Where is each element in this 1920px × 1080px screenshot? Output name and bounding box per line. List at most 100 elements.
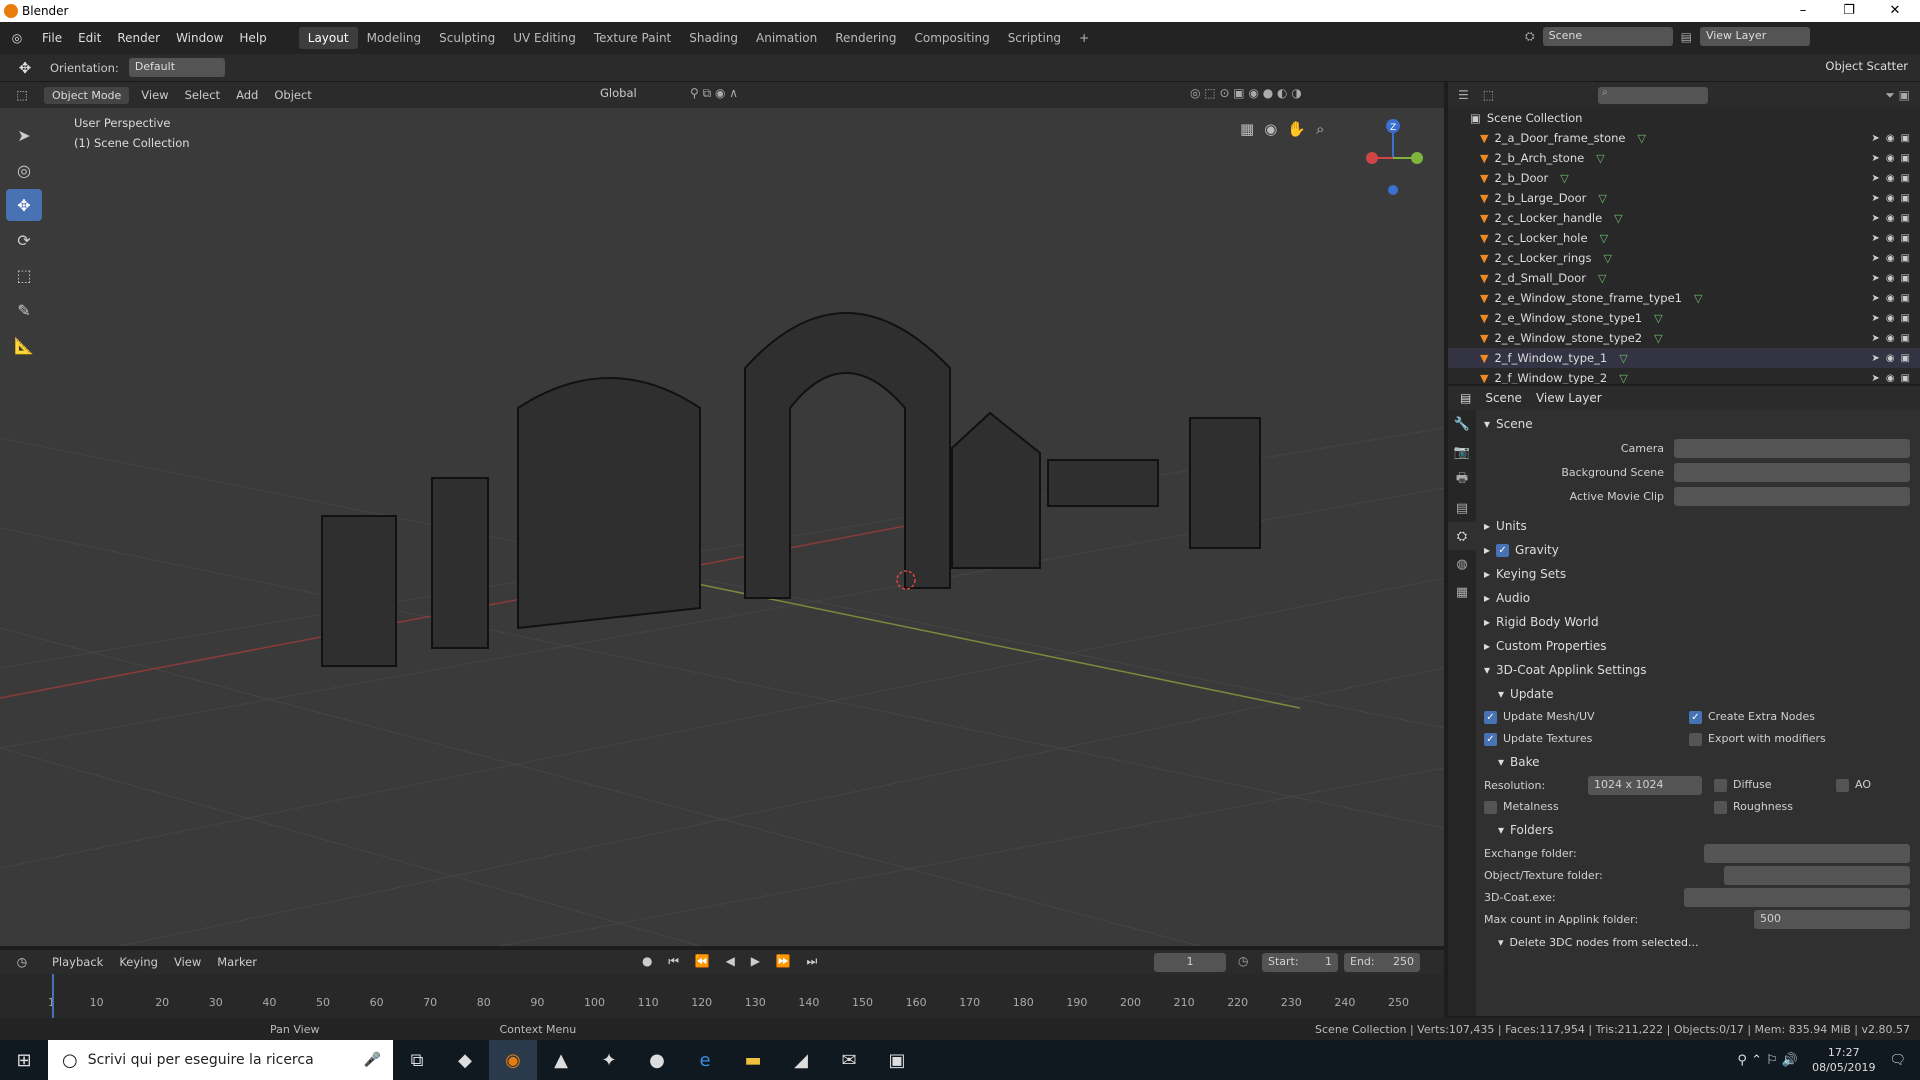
applink-panel[interactable]: ▾ 3D-Coat Applink Settings [1484, 658, 1910, 682]
visibility-eye-icon[interactable]: ◉ [1886, 353, 1895, 364]
select-arrow-icon[interactable]: ➤ [1871, 133, 1879, 144]
scene-selector[interactable]: Scene [1542, 27, 1673, 46]
object-mode-dropdown[interactable]: Object Mode [44, 86, 130, 104]
menu-timeline-view[interactable]: View [166, 955, 209, 969]
task-view-icon[interactable]: ⧉ [393, 1040, 441, 1080]
render-camera-icon[interactable]: ▣ [1901, 293, 1910, 304]
render-camera-icon[interactable]: ▣ [1901, 173, 1910, 184]
tab-layout[interactable]: Layout [298, 27, 358, 49]
current-frame-field[interactable]: 1 [1154, 953, 1226, 972]
editor-type-icon[interactable]: ⬚ [0, 88, 44, 102]
taskbar-search[interactable]: ○ Scrivi qui per eseguire la ricerca 🎤 [48, 1040, 393, 1080]
update-textures-checkbox[interactable]: ✓ [1484, 732, 1497, 746]
outliner-item[interactable]: ▼ 2_f_Window_type_1 ▽ ➤ ◉ ▣ [1448, 348, 1920, 368]
roughness-checkbox[interactable] [1714, 800, 1727, 814]
tab-compositing[interactable]: Compositing [905, 27, 998, 49]
render-camera-icon[interactable]: ▣ [1901, 253, 1910, 264]
move-tool-button[interactable]: ✥ [6, 189, 42, 221]
object-scatter-panel[interactable]: Object Scatter [1825, 59, 1908, 73]
update-subpanel[interactable]: ▾ Update [1484, 682, 1910, 706]
folders-subpanel[interactable]: ▾ Folders [1484, 818, 1910, 842]
playback-controls[interactable]: ● ⏮ ⏪ ◀ ▶ ⏩ ⏭ [642, 954, 823, 969]
menu-keying[interactable]: Keying [111, 955, 166, 969]
outliner-item[interactable]: ▼ 2_e_Window_stone_frame_type1 ▽ ➤ ◉ ▣ [1448, 288, 1920, 308]
visibility-eye-icon[interactable]: ◉ [1886, 373, 1895, 384]
create-nodes-checkbox[interactable]: ✓ [1689, 710, 1702, 724]
select-arrow-icon[interactable]: ➤ [1871, 253, 1879, 264]
app-icon-5[interactable]: ◢ [777, 1040, 825, 1080]
view-layer-tab-icon[interactable]: ▤ [1448, 494, 1476, 522]
windows-start-icon[interactable]: ⊞ [0, 1040, 48, 1080]
notification-icon[interactable]: 🗨 [1889, 1053, 1906, 1068]
visibility-eye-icon[interactable]: ◉ [1886, 173, 1895, 184]
cursor-tool-icon[interactable]: ◎ [6, 154, 42, 186]
visibility-eye-icon[interactable]: ◉ [1886, 153, 1895, 164]
render-camera-icon[interactable]: ▣ [1901, 373, 1910, 384]
select-arrow-icon[interactable]: ➤ [1871, 313, 1879, 324]
outliner-item[interactable]: ▼ 2_d_Small_Door ▽ ➤ ◉ ▣ [1448, 268, 1920, 288]
render-camera-icon[interactable]: ▣ [1901, 193, 1910, 204]
bake-subpanel[interactable]: ▾ Bake [1484, 750, 1910, 774]
file-explorer-icon[interactable]: ▬ [729, 1040, 777, 1080]
select-arrow-icon[interactable]: ➤ [1871, 373, 1879, 384]
object-texture-folder-field[interactable] [1724, 865, 1910, 885]
outliner-item[interactable]: ▼ 2_b_Arch_stone ▽ ➤ ◉ ▣ [1448, 148, 1920, 168]
camera-view-icon[interactable]: ◉ [1264, 120, 1277, 138]
tab-texture-paint[interactable]: Texture Paint [585, 27, 680, 49]
outliner-item[interactable]: ▼ 2_e_Window_stone_type1 ▽ ➤ ◉ ▣ [1448, 308, 1920, 328]
blender-taskbar-icon[interactable]: ◉ [489, 1040, 537, 1080]
visibility-eye-icon[interactable]: ◉ [1886, 133, 1895, 144]
render-camera-icon[interactable]: ▣ [1901, 233, 1910, 244]
add-workspace-button[interactable]: + [1070, 27, 1098, 49]
select-arrow-icon[interactable]: ➤ [1871, 173, 1879, 184]
select-arrow-icon[interactable]: ➤ [1871, 293, 1879, 304]
visibility-eye-icon[interactable]: ◉ [1886, 333, 1895, 344]
select-arrow-icon[interactable]: ➤ [1871, 193, 1879, 204]
max-count-field[interactable]: 500 [1754, 909, 1910, 929]
start-frame-field[interactable]: Start: 1 [1262, 953, 1338, 972]
visibility-eye-icon[interactable]: ◉ [1886, 193, 1895, 204]
rigid-body-panel[interactable]: ▸ Rigid Body World [1484, 610, 1910, 634]
delete-nodes-subpanel[interactable]: ▾ Delete 3DC nodes from selected... [1484, 930, 1910, 954]
visibility-eye-icon[interactable]: ◉ [1886, 293, 1895, 304]
outliner-item[interactable]: ▼ 2_a_Door_frame_stone ▽ ➤ ◉ ▣ [1448, 128, 1920, 148]
scene-tab-icon[interactable]: ⛭ [1448, 522, 1476, 550]
visibility-eye-icon[interactable]: ◉ [1886, 253, 1895, 264]
render-camera-icon[interactable]: ▣ [1901, 313, 1910, 324]
scene-section-header[interactable]: ▾ Scene [1484, 412, 1910, 436]
menu-marker[interactable]: Marker [209, 955, 265, 969]
properties-type-icon[interactable]: ▤ [1460, 391, 1471, 405]
movie-clip-field[interactable] [1674, 486, 1910, 506]
visibility-eye-icon[interactable]: ◉ [1886, 233, 1895, 244]
gravity-panel[interactable]: ▸ ✓ Gravity [1484, 538, 1910, 562]
overlay-icons[interactable]: ◎ ⬚ ⊙ ▣ ◉ ● ◐ ◑ [1190, 86, 1302, 100]
visibility-eye-icon[interactable]: ◉ [1886, 213, 1895, 224]
pan-hand-icon[interactable]: ✋ [1287, 120, 1306, 138]
outliner-item[interactable]: ▼ 2_f_Window_type_2 ▽ ➤ ◉ ▣ [1448, 368, 1920, 384]
view-layer-selector[interactable]: View Layer [1699, 27, 1810, 46]
app-icon-7[interactable]: ▣ [873, 1040, 921, 1080]
outliner-search-input[interactable]: ⌕ [1598, 86, 1709, 104]
select-arrow-icon[interactable]: ➤ [1871, 213, 1879, 224]
units-panel[interactable]: ▸ Units [1484, 514, 1910, 538]
select-arrow-icon[interactable]: ➤ [1871, 233, 1879, 244]
select-arrow-icon[interactable]: ➤ [1871, 153, 1879, 164]
visibility-eye-icon[interactable]: ◉ [1886, 273, 1895, 284]
tab-uv-editing[interactable]: UV Editing [504, 27, 585, 49]
tab-modeling[interactable]: Modeling [358, 27, 431, 49]
menu-view[interactable]: View [133, 88, 176, 102]
outliner-item[interactable]: ▼ 2_b_Door ▽ ➤ ◉ ▣ [1448, 168, 1920, 188]
resolution-dropdown[interactable]: 1024 x 1024 [1588, 775, 1702, 795]
tab-shading[interactable]: Shading [680, 27, 747, 49]
view-layer-crumb[interactable]: View Layer [1536, 391, 1602, 405]
render-tab-icon[interactable]: 📷 [1448, 438, 1476, 466]
outliner-item[interactable]: ▼ 2_e_Window_stone_type2 ▽ ➤ ◉ ▣ [1448, 328, 1920, 348]
grid-view-icon[interactable]: ▦ [1240, 120, 1254, 138]
select-arrow-icon[interactable]: ➤ [1871, 273, 1879, 284]
scene-tab-crumb[interactable]: Scene [1485, 391, 1522, 405]
timeline-area[interactable]: 1102030405060708090100110120130140150160… [0, 974, 1444, 1018]
3d-viewport[interactable]: Z User Perspective (1) Scene Collection … [0, 108, 1444, 946]
minimize-button[interactable]: – [1780, 0, 1826, 22]
exchange-folder-field[interactable] [1704, 843, 1910, 863]
render-camera-icon[interactable]: ▣ [1901, 333, 1910, 344]
